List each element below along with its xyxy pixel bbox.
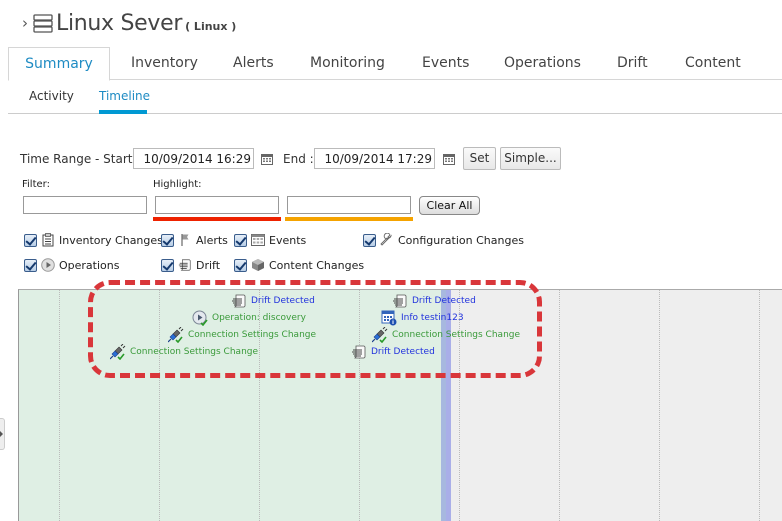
gridline <box>159 290 160 521</box>
timeline-event-connection[interactable]: Connection Settings Change <box>372 327 520 343</box>
checkbox-label: Configuration Changes <box>398 233 524 247</box>
tab-inventory[interactable]: Inventory <box>131 47 198 80</box>
start-date-input[interactable] <box>133 148 254 169</box>
checkbox-label: Content Changes <box>269 258 365 272</box>
timeline-event-operation[interactable]: Operation: discovery <box>192 310 306 326</box>
plug-icon <box>372 327 388 343</box>
resource-type: ( Linux ) <box>185 20 237 33</box>
timeline-event-drift[interactable]: Drift Detected <box>392 293 476 309</box>
end-calendar-icon[interactable] <box>443 153 455 165</box>
event-label: Drift Detected <box>412 296 476 306</box>
tab-events[interactable]: Events <box>422 47 469 80</box>
plug-icon <box>168 327 184 343</box>
event-label: Info testin123 <box>401 313 464 323</box>
sub-tabs: Activity Timeline <box>8 80 782 114</box>
set-button[interactable]: Set <box>463 147 496 170</box>
timeline-event-connection[interactable]: Connection Settings Change <box>110 344 258 360</box>
highlight-1-color-bar <box>153 217 281 221</box>
subtab-timeline[interactable]: Timeline <box>99 89 150 103</box>
plug-icon <box>110 344 126 360</box>
checkbox-label: Drift <box>196 258 221 272</box>
start-label: Time Range - Start : <box>20 152 141 166</box>
filter-inventory-changes[interactable]: Inventory Changes <box>24 233 163 247</box>
server-stack-icon <box>33 14 53 33</box>
highlight-2-color-bar <box>285 217 413 221</box>
tab-drift[interactable]: Drift <box>617 47 648 80</box>
page-title: Linux Sever <box>56 10 183 36</box>
timeline-event-connection[interactable]: Connection Settings Change <box>168 327 316 343</box>
gridline <box>659 290 660 521</box>
checkbox[interactable] <box>234 233 247 247</box>
flag-icon <box>181 234 189 246</box>
filter-content-changes[interactable]: Content Changes <box>234 258 364 272</box>
filter-label: Filter: <box>22 179 50 190</box>
gridline <box>359 290 360 521</box>
drift-doc-icon <box>231 293 247 309</box>
highlight-input-1[interactable] <box>155 196 279 214</box>
gridline <box>59 290 60 521</box>
checkbox[interactable] <box>24 258 37 272</box>
tab-summary[interactable]: Summary <box>8 47 110 81</box>
checkbox[interactable] <box>161 258 174 272</box>
highlight-input-2[interactable] <box>287 196 411 214</box>
checkbox-label: Operations <box>59 258 120 272</box>
grid-calendar-icon <box>251 234 265 246</box>
drift-doc-icon <box>392 293 408 309</box>
event-label: Drift Detected <box>371 347 435 357</box>
resource-header: › Linux Sever ( Linux ) <box>22 8 236 38</box>
event-label: Drift Detected <box>251 296 315 306</box>
checkbox-label: Inventory Changes <box>59 233 163 247</box>
filter-alerts[interactable]: Alerts <box>161 233 228 247</box>
filter-operations[interactable]: Operations <box>24 258 119 272</box>
simple-button[interactable]: Simple... <box>500 147 561 170</box>
play-circle-icon <box>192 310 208 326</box>
filter-drift[interactable]: Drift <box>161 258 220 272</box>
start-calendar-icon[interactable] <box>261 153 273 165</box>
gridline <box>759 290 760 521</box>
timeline-event-drift[interactable]: Drift Detected <box>231 293 315 309</box>
event-label: Connection Settings Change <box>188 330 317 340</box>
timeline-event-info[interactable]: Info testin123 <box>381 310 464 326</box>
checkbox[interactable] <box>161 233 174 247</box>
highlight-label: Highlight: <box>153 179 202 190</box>
event-label: Connection Settings Change <box>130 347 259 357</box>
package-cube-icon <box>252 259 264 271</box>
checkbox[interactable] <box>363 233 376 247</box>
active-subtab-indicator <box>99 110 147 114</box>
end-date-input[interactable] <box>314 148 435 169</box>
breadcrumb-chevron-icon[interactable]: › <box>22 14 28 32</box>
collapse-handle[interactable] <box>0 418 5 450</box>
checkbox-label: Events <box>269 233 307 247</box>
drift-doc-icon <box>351 344 367 360</box>
filter-events[interactable]: Events <box>234 233 306 247</box>
checkbox-label: Alerts <box>196 233 228 247</box>
timeline-event-drift[interactable]: Drift Detected <box>351 344 435 360</box>
wrench-icon <box>380 233 392 246</box>
clear-all-button[interactable]: Clear All <box>419 196 480 215</box>
gridline <box>559 290 560 521</box>
subtab-activity[interactable]: Activity <box>29 89 74 103</box>
clipboard-icon <box>42 233 54 247</box>
checkbox[interactable] <box>234 258 247 272</box>
drift-doc-icon <box>178 258 192 272</box>
event-info-icon <box>381 310 397 326</box>
play-circle-icon <box>41 258 55 272</box>
main-tabs: Summary Inventory Alerts Monitoring Even… <box>8 47 782 81</box>
event-label: Operation: discovery <box>212 313 306 323</box>
tab-monitoring[interactable]: Monitoring <box>310 47 385 80</box>
end-label: End : <box>283 152 314 166</box>
tab-alerts[interactable]: Alerts <box>233 47 274 80</box>
tab-content[interactable]: Content <box>685 47 741 80</box>
filter-configuration-changes[interactable]: Configuration Changes <box>363 233 524 247</box>
timeline-panel[interactable]: Drift Detected Operation: discovery Conn… <box>18 289 782 521</box>
filter-input[interactable] <box>23 196 147 214</box>
tab-operations[interactable]: Operations <box>504 47 581 80</box>
checkbox[interactable] <box>24 233 37 247</box>
event-label: Connection Settings Change <box>392 330 521 340</box>
